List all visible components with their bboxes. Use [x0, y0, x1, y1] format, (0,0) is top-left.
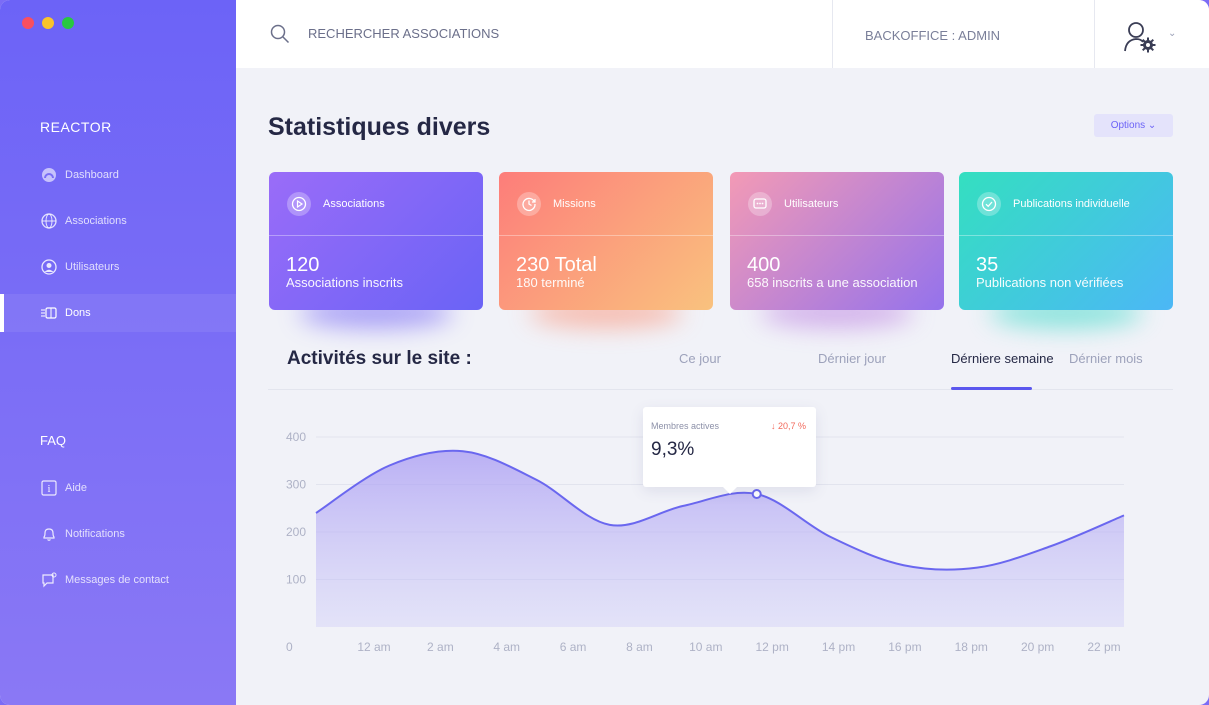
x-tick-label: 2 am: [427, 640, 454, 654]
x-tick-label: 12 pm: [756, 640, 789, 654]
data-point[interactable]: [534, 478, 538, 482]
card-header: Associations: [287, 192, 385, 216]
stat-card-missions[interactable]: Missions 230 Total 180 terminé: [499, 172, 713, 328]
x-tick-label: 4 am: [493, 640, 520, 654]
data-point[interactable]: [461, 449, 465, 453]
data-point[interactable]: [975, 566, 979, 570]
card-header: Missions: [517, 192, 596, 216]
stat-card-publications[interactable]: Publications individuelle 35 Publication…: [959, 172, 1173, 328]
app-window: REACTOR Dashboard Associations Utilisate…: [0, 0, 1209, 705]
card-value: 400: [747, 254, 781, 276]
card-value: 35: [976, 254, 999, 276]
data-point[interactable]: [828, 535, 832, 539]
card-divider: [499, 235, 713, 236]
card-subtitle: Publications non vérifiées: [976, 275, 1124, 290]
clock-icon: [517, 192, 541, 216]
stat-card-utilisateurs[interactable]: Utilisateurs 400 658 inscrits a une asso…: [730, 172, 944, 328]
data-point[interactable]: [314, 511, 318, 515]
card-subtitle: 658 inscrits a une association: [747, 275, 918, 290]
data-point[interactable]: [1049, 544, 1053, 548]
y-axis: 0 100 200 300 400: [286, 430, 306, 654]
stat-card-associations[interactable]: Associations 120 Associations inscrits: [269, 172, 483, 328]
x-tick-label: 8 am: [626, 640, 653, 654]
data-point[interactable]: [608, 523, 612, 527]
card-divider: [959, 235, 1173, 236]
card-header: Utilisateurs: [748, 192, 838, 216]
card-subtitle: 180 terminé: [516, 275, 585, 290]
chart-tooltip: Membres actives ↓ 20,7 % 9,3%: [643, 407, 816, 494]
y-tick-label: 0: [286, 640, 293, 654]
y-tick-label: 400: [286, 430, 306, 444]
x-tick-label: 16 pm: [888, 640, 921, 654]
y-tick-label: 100: [286, 573, 306, 587]
card-subtitle: Associations inscrits: [286, 275, 404, 290]
chat-icon: [748, 192, 772, 216]
card-header: Publications individuelle: [977, 192, 1130, 216]
data-point[interactable]: [902, 563, 906, 567]
x-tick-label: 18 pm: [955, 640, 988, 654]
x-tick-label: 10 am: [689, 640, 722, 654]
card-value: 120: [286, 254, 320, 276]
card-label: Utilisateurs: [784, 198, 839, 210]
check-circle-icon: [977, 192, 1001, 216]
data-point[interactable]: [1122, 513, 1126, 517]
card-label: Publications individuelle: [1013, 198, 1130, 210]
play-circle-icon: [287, 192, 311, 216]
tooltip-value: 9,3%: [651, 439, 695, 460]
activity-chart: 0 100 200 300 400 12 am 2 am 4 am 6 am 8 am 10 am…: [286, 430, 1126, 654]
x-axis: 12 am 2 am 4 am 6 am 8 am 10 am 12 pm 14 pm 16 p…: [357, 640, 1120, 654]
card-value: 230 Total: [516, 254, 597, 276]
x-tick-label: 22 pm: [1087, 640, 1120, 654]
x-tick-label: 12 am: [357, 640, 390, 654]
y-tick-label: 200: [286, 525, 306, 539]
y-tick-label: 300: [286, 478, 306, 492]
data-point[interactable]: [681, 504, 685, 508]
tooltip-label: Membres actives: [651, 421, 720, 431]
card-label: Missions: [553, 198, 596, 210]
highlight-point[interactable]: [751, 489, 762, 499]
x-tick-label: 6 am: [560, 640, 587, 654]
x-tick-label: 20 pm: [1021, 640, 1054, 654]
card-label: Associations: [323, 198, 385, 210]
data-point[interactable]: [387, 464, 391, 468]
x-tick-label: 14 pm: [822, 640, 855, 654]
card-divider: [269, 235, 483, 236]
card-divider: [730, 235, 944, 236]
tooltip-change: ↓ 20,7 %: [770, 421, 806, 431]
